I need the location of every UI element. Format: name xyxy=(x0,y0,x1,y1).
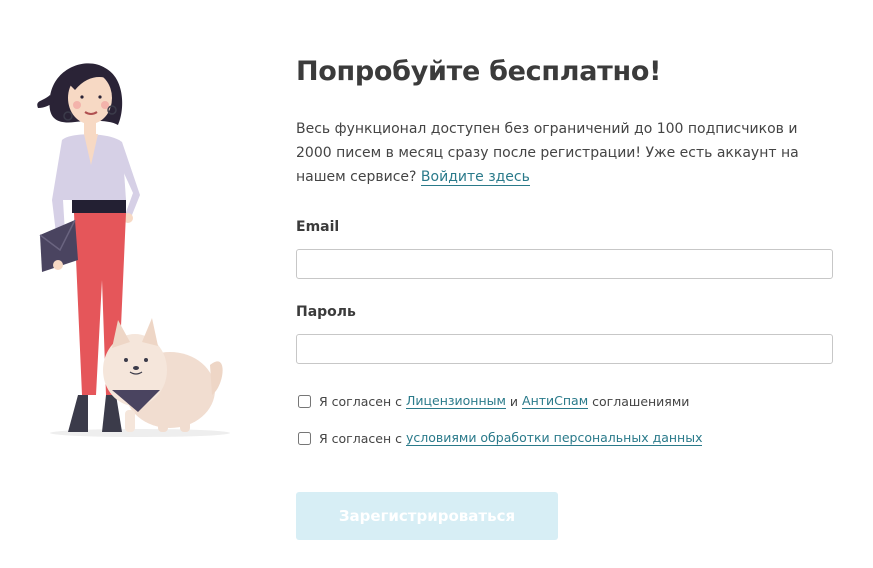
license-agreement-prefix: Я согласен с xyxy=(319,393,402,409)
license-agreement-row[interactable]: Я согласен с Лицензионным и АнтиСпам сог… xyxy=(298,393,689,409)
page-title: Попробуйте бесплатно! xyxy=(296,56,662,87)
intro-text: Весь функционал доступен без ограничений… xyxy=(296,121,799,186)
privacy-agreement-checkbox[interactable] xyxy=(298,431,311,445)
password-label: Пароль xyxy=(296,304,356,320)
password-field[interactable] xyxy=(296,334,833,364)
login-link[interactable]: Войдите здесь xyxy=(420,169,530,186)
license-link[interactable]: Лицензионным xyxy=(405,393,506,409)
privacy-agreement-row[interactable]: Я согласен с условиями обработки персона… xyxy=(298,430,703,446)
privacy-agreement-prefix: Я согласен с xyxy=(319,430,402,446)
license-agreement-suffix: соглашениями xyxy=(592,393,690,409)
email-field[interactable] xyxy=(296,249,833,279)
register-button[interactable]: Зарегистрироваться xyxy=(296,492,558,540)
license-agreement-middle: и xyxy=(509,393,519,409)
privacy-policy-link[interactable]: условиями обработки персональных данных xyxy=(405,430,703,446)
antispam-link[interactable]: АнтиСпам xyxy=(522,393,589,409)
email-label: Email xyxy=(296,219,340,235)
woman-with-dog-illustration xyxy=(37,63,230,437)
license-agreement-checkbox[interactable] xyxy=(298,394,311,408)
